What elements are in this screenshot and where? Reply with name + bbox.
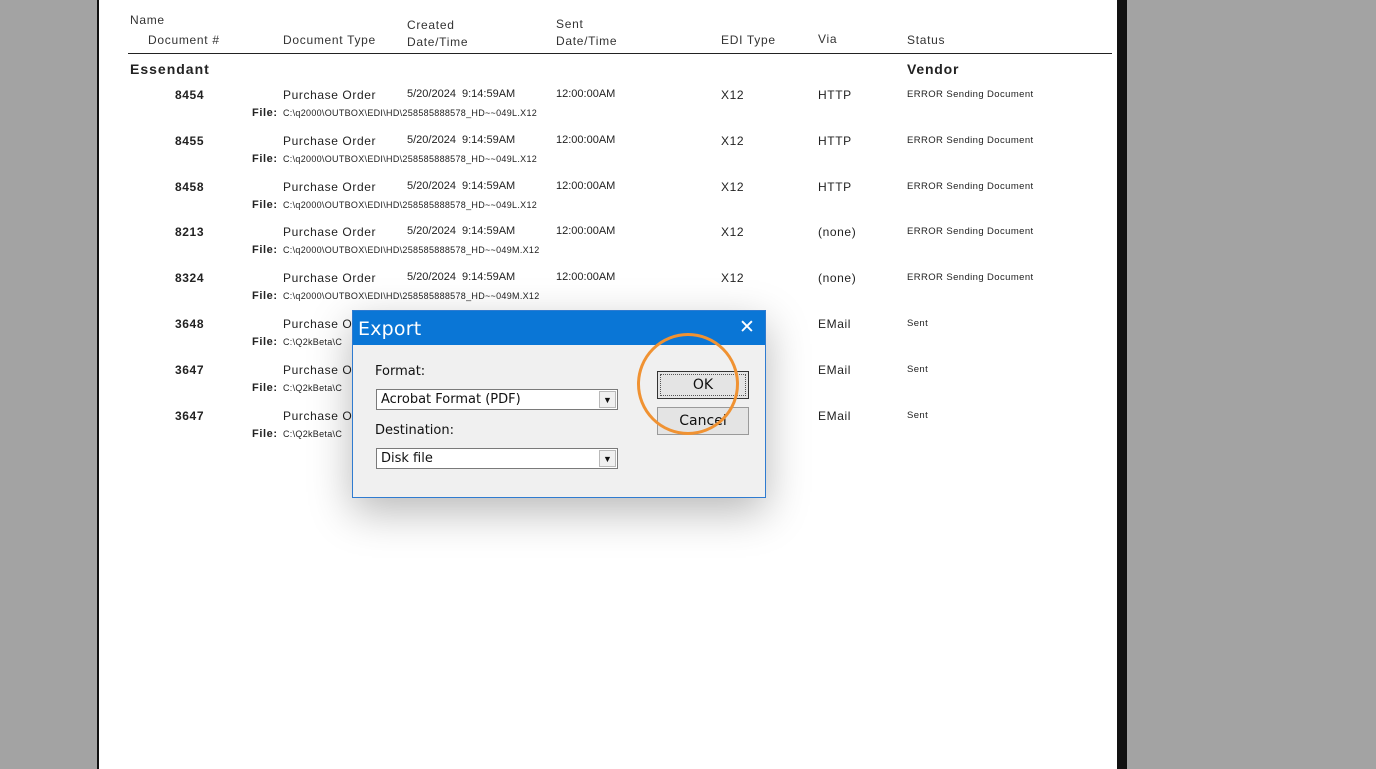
sent-datetime: 12:00:00AM [556,134,616,146]
document-number: 3647 [175,363,205,377]
created-datetime: 5/20/2024 9:14:59AM [407,180,516,192]
file-path: C:\Q2kBeta\C [283,383,343,393]
document-type: Purchase Order [283,180,377,194]
via: EMail [818,409,852,423]
table-row: 8455 Purchase Order 5/20/2024 9:14:59AM 12:… [0,134,1376,180]
status: Sent [907,364,929,375]
file-path: C:\q2000\OUTBOX\EDI\HD\258585888578_HD~~… [283,291,540,301]
sent-datetime: 12:00:00AM [556,88,616,100]
header-status: Status [907,33,946,47]
file-label: File: [252,199,278,211]
sent-datetime: 12:00:00AM [556,225,616,237]
edi-type: X12 [721,88,745,102]
file-label: File: [252,336,278,348]
edi-type: X12 [721,271,745,285]
file-path: C:\q2000\OUTBOX\EDI\HD\258585888578_HD~~… [283,245,540,255]
document-number: 8324 [175,271,205,285]
status: Sent [907,410,929,421]
via: EMail [818,317,852,331]
file-label: File: [252,153,278,165]
document-number: 8213 [175,225,205,239]
destination-select[interactable]: Disk file ▼ [376,448,618,469]
file-label: File: [252,382,278,394]
via: (none) [818,225,857,239]
edi-type: X12 [721,225,745,239]
via: (none) [818,271,857,285]
document-number: 3647 [175,409,205,423]
group-name: Essendant [130,61,210,77]
header-created: Created [407,18,455,32]
format-label: Format: [375,364,426,379]
header-sent-datetime: Date/Time [556,34,618,48]
via: HTTP [818,180,852,194]
format-value: Acrobat Format (PDF) [381,392,521,407]
header-edi-type: EDI Type [721,33,776,47]
status: ERROR Sending Document [907,181,1034,192]
document-number: 3648 [175,317,205,331]
group-role: Vendor [907,61,960,77]
via: EMail [818,363,852,377]
document-type: Purchase O [283,317,353,331]
status: ERROR Sending Document [907,89,1034,100]
header-document-type: Document Type [283,33,376,47]
file-path: C:\q2000\OUTBOX\EDI\HD\258585888578_HD~~… [283,200,538,210]
close-icon[interactable]: ✕ [735,316,759,340]
table-row: 8458 Purchase Order 5/20/2024 9:14:59AM 12:… [0,180,1376,226]
chevron-down-icon[interactable]: ▼ [599,450,616,467]
header-document-num: Document # [148,33,220,47]
via: HTTP [818,88,852,102]
file-label: File: [252,290,278,302]
file-path: C:\Q2kBeta\C [283,337,343,347]
header-created-datetime: Date/Time [407,35,469,49]
format-select[interactable]: Acrobat Format (PDF) ▼ [376,389,618,410]
created-datetime: 5/20/2024 9:14:59AM [407,134,516,146]
file-path: C:\q2000\OUTBOX\EDI\HD\258585888578_HD~~… [283,154,538,164]
status: ERROR Sending Document [907,135,1034,146]
dialog-title: Export [358,318,422,340]
document-type: Purchase O [283,363,353,377]
header-name: Name [130,13,165,27]
document-number: 8455 [175,134,205,148]
header-via: Via [818,32,838,46]
table-row: 8213 Purchase Order 5/20/2024 9:14:59AM 12:… [0,225,1376,271]
chevron-down-icon[interactable]: ▼ [599,391,616,408]
file-label: File: [252,107,278,119]
created-datetime: 5/20/2024 9:14:59AM [407,88,516,100]
status: Sent [907,318,929,329]
sent-datetime: 12:00:00AM [556,180,616,192]
document-number: 8458 [175,180,205,194]
file-label: File: [252,428,278,440]
file-path: C:\Q2kBeta\C [283,429,343,439]
ok-highlight-ring [637,333,739,435]
destination-value: Disk file [381,451,433,466]
created-datetime: 5/20/2024 9:14:59AM [407,271,516,283]
via: HTTP [818,134,852,148]
document-type: Purchase Order [283,271,377,285]
destination-label: Destination: [375,423,454,438]
file-label: File: [252,244,278,256]
document-type: Purchase O [283,409,353,423]
header-rule [128,53,1112,54]
header-sent: Sent [556,17,584,31]
created-datetime: 5/20/2024 9:14:59AM [407,225,516,237]
sent-datetime: 12:00:00AM [556,271,616,283]
edi-type: X12 [721,180,745,194]
table-row: 8454 Purchase Order 5/20/2024 9:14:59AM 12:… [0,88,1376,134]
document-type: Purchase Order [283,88,377,102]
document-type: Purchase Order [283,134,377,148]
status: ERROR Sending Document [907,272,1034,283]
status: ERROR Sending Document [907,226,1034,237]
document-number: 8454 [175,88,205,102]
file-path: C:\q2000\OUTBOX\EDI\HD\258585888578_HD~~… [283,108,538,118]
edi-type: X12 [721,134,745,148]
document-type: Purchase Order [283,225,377,239]
